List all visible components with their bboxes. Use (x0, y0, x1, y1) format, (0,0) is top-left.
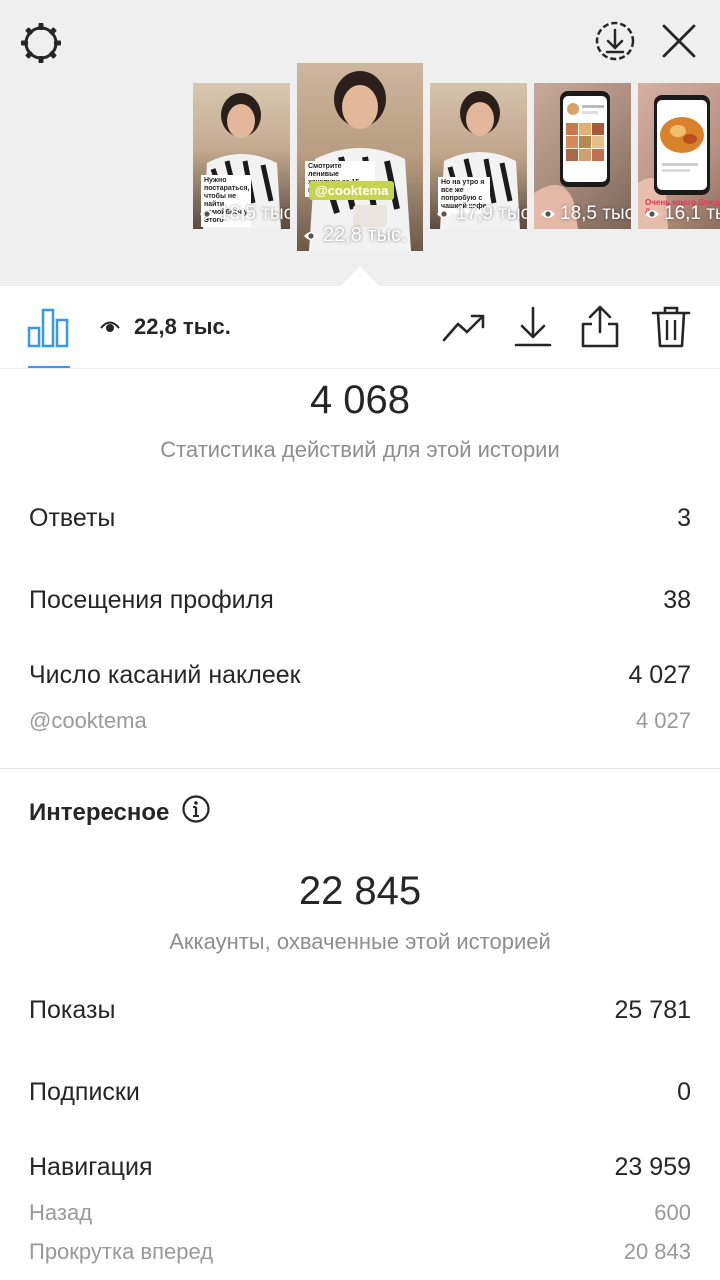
stat-value: 4 027 (635, 708, 691, 733)
stat-value: 3 (677, 504, 691, 532)
story-thumbnail[interactable]: Но на утро я все же попробую с чашкой ко… (430, 83, 527, 229)
stat-label: Ответы (29, 504, 116, 532)
story-views-count: 22,8 тыс. (323, 224, 407, 246)
eye-icon (541, 210, 555, 218)
stat-row-replies: Ответы 3 (29, 504, 691, 533)
active-tab-indicator (28, 366, 70, 368)
mention-sticker: @cooktema (309, 181, 395, 200)
stat-row-sticker-taps: Число касаний наклеек 4 027 (29, 661, 691, 690)
stat-label: Подписки (29, 1078, 140, 1106)
discovery-caption: Аккаунты, охваченные этой историей (169, 929, 551, 954)
discovery-title-text: Интересное (29, 798, 170, 826)
stat-subrow-mention: @cooktema 4 027 (29, 708, 691, 734)
eye-icon (437, 210, 451, 218)
story-views-count: 17,9 тыс. (456, 203, 527, 224)
trend-up-icon[interactable] (441, 310, 487, 346)
stat-value: 25 781 (614, 996, 691, 1024)
download-circle-icon[interactable] (592, 18, 638, 64)
stat-label: Показы (29, 996, 116, 1024)
eye-icon (645, 210, 659, 218)
gear-icon[interactable] (18, 20, 64, 66)
total-views-count: 22,8 тыс. (134, 314, 231, 339)
stat-subrow-back: Назад 600 (29, 1200, 691, 1226)
story-thumbnail[interactable]: Очень много блюд д 16,1 тыс. (638, 83, 720, 229)
story-thumbnail-selected[interactable]: Смотрите ленивые хачапури за 15 минут @c… (297, 63, 423, 251)
stat-value: 600 (654, 1200, 691, 1225)
stat-label: Посещения профиля (29, 586, 274, 614)
stat-label: Число касаний наклеек (29, 661, 301, 689)
actions-caption: Статистика действий для этой истории (160, 437, 560, 462)
story-thumbnail[interactable]: 18,5 тыс. (534, 83, 631, 229)
stat-subrow-forward: Прокрутка вперед 20 843 (29, 1239, 691, 1265)
story-preview-area: Нужно постараться, чтобы не найти самойб… (0, 0, 720, 287)
section-divider (0, 768, 720, 769)
story-views: 22,8 тыс. (303, 224, 407, 247)
story-views-count: 16,1 тыс. (664, 203, 720, 224)
story-thumbnail[interactable]: Нужно постараться, чтобы не найти самойб… (193, 83, 290, 229)
trash-icon[interactable] (650, 304, 692, 350)
stat-row-follows: Подписки 0 (29, 1078, 691, 1107)
share-icon[interactable] (578, 302, 622, 350)
insights-tabbar: 22,8 тыс. (0, 286, 720, 369)
stat-row-navigation: Навигация 23 959 (29, 1153, 691, 1182)
story-views-count: 18,5 тыс. (560, 203, 631, 224)
stat-row-impressions: Показы 25 781 (29, 996, 691, 1025)
story-views: 16,1 тыс. (644, 203, 720, 225)
story-views: 18,5 тыс. (199, 203, 290, 225)
discovery-total: 22 845 (298, 869, 422, 913)
stat-value: 23 959 (614, 1153, 691, 1181)
stat-label: @cooktema (29, 708, 147, 733)
bar-chart-icon[interactable] (26, 306, 70, 348)
stat-row-profile-visits: Посещения профиля 38 (29, 586, 691, 615)
story-views: 18,5 тыс. (540, 203, 631, 225)
actions-total: 4 068 (309, 378, 411, 422)
stat-value: 0 (677, 1078, 691, 1106)
stat-label: Назад (29, 1200, 93, 1225)
stat-value: 20 843 (623, 1239, 691, 1264)
stat-value: 38 (663, 586, 691, 614)
stat-label: Прокрутка вперед (29, 1239, 214, 1264)
selected-story-pointer (340, 266, 380, 287)
story-views: 17,9 тыс. (436, 203, 527, 225)
eye-icon (304, 231, 318, 240)
download-icon[interactable] (512, 304, 554, 350)
eye-icon (200, 210, 214, 218)
eye-icon (100, 321, 120, 332)
info-icon[interactable] (181, 794, 211, 831)
stat-value: 4 027 (628, 661, 691, 689)
close-icon[interactable] (658, 20, 700, 62)
discovery-title: Интересное (29, 794, 211, 831)
story-views-count: 18,5 тыс. (219, 203, 290, 224)
stat-label: Навигация (29, 1153, 153, 1181)
total-views: 22,8 тыс. (100, 314, 231, 340)
